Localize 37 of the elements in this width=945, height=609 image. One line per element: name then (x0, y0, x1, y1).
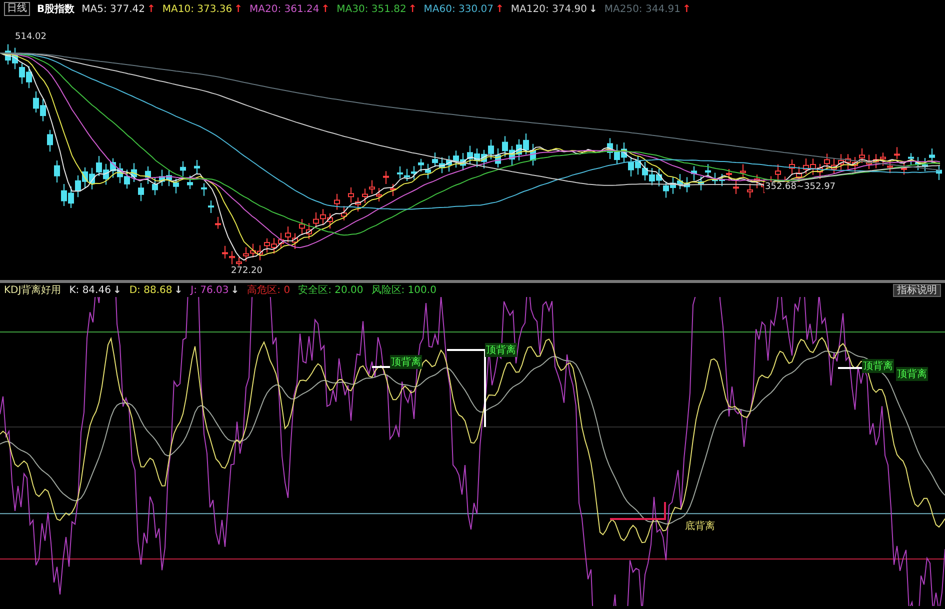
trend-arrow: ↑ (234, 4, 243, 14)
divergence-marker-line (610, 502, 666, 520)
moving-average-value: MA20: 361.24 (250, 4, 320, 14)
index-name: B股指数 (37, 2, 75, 16)
moving-average-value: MA10: 373.36 (162, 4, 232, 14)
divergence-label: 顶背离 (390, 355, 422, 369)
indicator-value: 风险区: 100.0 (371, 284, 436, 297)
period-label[interactable]: 日线 (4, 2, 30, 16)
indicator-value: D: 88.68 (129, 284, 172, 296)
divergence-label: 顶背离 (862, 359, 894, 373)
moving-average-value: MA5: 377.42 (82, 4, 145, 14)
trend-arrow: ↓ (112, 284, 122, 296)
divergence-label: 底背离 (684, 519, 716, 533)
trend-arrow: ↑ (408, 4, 417, 14)
moving-average-value: MA250: 344.91 (604, 4, 680, 14)
indicator-value: 安全区: 20.00 (298, 284, 364, 297)
divergence-label: 顶背离 (896, 367, 928, 381)
indicator-help-button[interactable]: 指标说明 (893, 284, 941, 296)
divergence-marker-line (838, 367, 865, 369)
moving-average-value: MA30: 351.82 (336, 4, 406, 14)
moving-average-value: MA120: 374.90 (510, 4, 587, 14)
trend-arrow: ↓ (588, 4, 598, 14)
trend-arrow: ↓ (174, 284, 183, 296)
trend-arrow: ↑ (682, 4, 691, 14)
price-label: 352.68~352.97 (764, 182, 837, 192)
indicator-value: 高危区: 0 (247, 284, 290, 297)
divergence-label: 顶背离 (485, 343, 517, 357)
indicator-value: J: 76.03 (190, 284, 229, 296)
indicator-value: K: 84.46 (69, 284, 111, 296)
divergence-marker-line (372, 366, 390, 368)
trend-arrow: ↑ (496, 4, 504, 14)
indicator-name: KDJ背离好用 (4, 284, 62, 297)
price-label: 514.02 (14, 32, 48, 42)
trend-arrow: ↓ (230, 284, 240, 296)
moving-average-value: MA60: 330.07 (424, 4, 494, 14)
trend-arrow: ↑ (321, 4, 330, 14)
trend-arrow: ↑ (147, 4, 156, 14)
